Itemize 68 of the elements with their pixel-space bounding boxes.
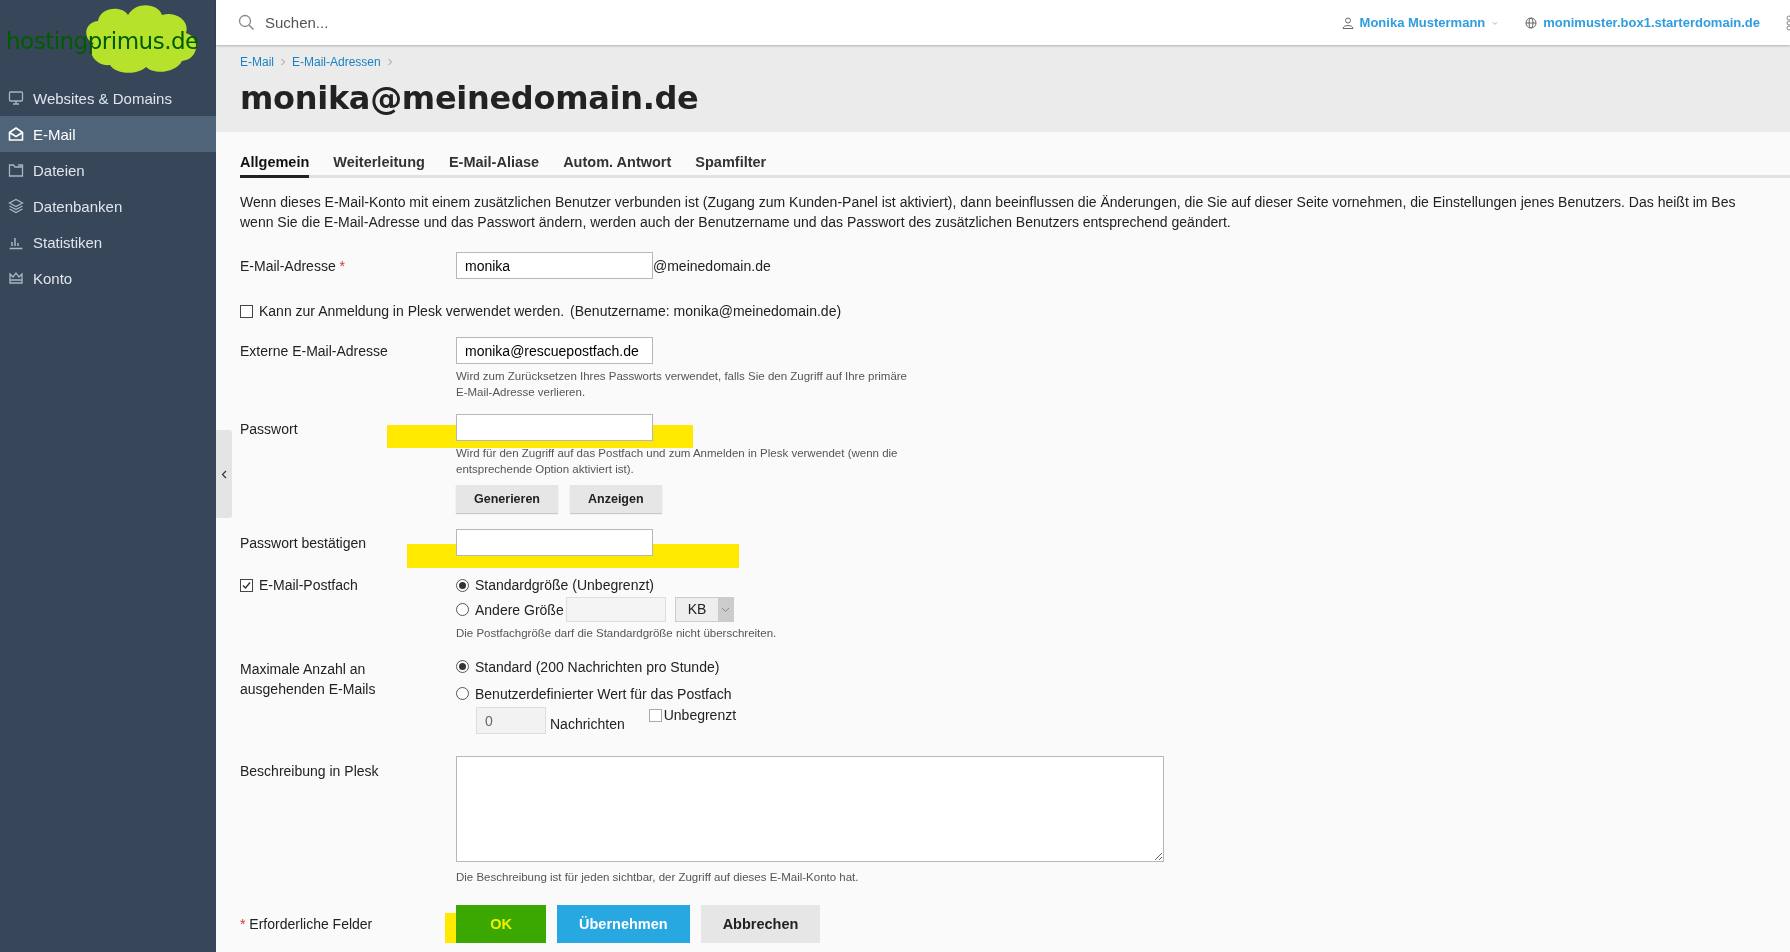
password-button[interactable]: Generieren: [456, 485, 558, 513]
tab[interactable]: Autom. Antwort: [563, 154, 672, 178]
username-note: (Benutzername: monika@meinedomain.de): [570, 303, 842, 319]
info-text: Wenn dieses E-Mail-Konto mit einem zusätzlichen Benutzer verbunden ist (Zugang zum Kunden-Panel ist aktiviert), dann beeinflussen die Änderungen, die Sie auf dieser Seite vornehmen, die Einstellungen jenes Benutzers. Das heißt im Bes wenn Sie die E-Mail-Adresse und das Passwort ändern, werden auch der Benutzername und das Passwort des zusätzlichen Benutzers entsprechend geändert.: [240, 193, 1737, 232]
envelope-icon: [8, 126, 24, 142]
radio-button[interactable]: [456, 687, 469, 700]
hint-text: Die Postfachgröße darf die Standardgröße nicht überschreiten.: [456, 626, 778, 641]
password-button[interactable]: Anzeigen: [570, 485, 662, 513]
globe-icon: [1525, 16, 1538, 29]
sidebar-item[interactable]: Websites & Domains: [0, 80, 216, 116]
size-field[interactable]: [565, 597, 666, 622]
sidebar-item[interactable]: Dateien: [0, 152, 216, 188]
caret-icon: [221, 469, 227, 479]
hint-text: Wird für den Zugriff auf das Postfach und zum Anmelden in Plesk verwendet (wenn die entsprechende Option aktiviert ist).: [456, 446, 899, 477]
password-field[interactable]: [456, 529, 653, 556]
sidebar-item[interactable]: Statistiken: [0, 224, 216, 260]
folder-icon: [8, 162, 24, 178]
search-icon: [238, 14, 255, 31]
more-icon[interactable]: [1786, 14, 1790, 31]
page-title: monika@meinedomain.de: [240, 79, 700, 117]
unit-label: Nachrichten: [550, 715, 625, 732]
radio-label: Andere Größe: [475, 601, 564, 618]
tab[interactable]: Weiterleitung: [333, 154, 425, 178]
field-label: Passwort bestätigen: [240, 534, 368, 553]
user-icon: [1341, 16, 1354, 29]
chevron-icon: [386, 58, 393, 66]
radio-button[interactable]: [456, 603, 469, 616]
radio-button[interactable]: [456, 578, 469, 592]
message-count-field[interactable]: 0: [476, 707, 546, 734]
crown-icon: [8, 270, 24, 286]
description-field[interactable]: [456, 756, 1164, 862]
domain-suffix: @meinedomain.de: [653, 257, 771, 274]
sidebar-item[interactable]: Konto: [0, 260, 216, 296]
search-field[interactable]: Suchen...: [263, 13, 567, 32]
chevron-icon: [718, 598, 734, 621]
tab[interactable]: Spamfilter: [695, 154, 767, 178]
sidebar-item[interactable]: Datenbanken: [0, 188, 216, 224]
checkbox-label: Unbegrenzt: [663, 707, 737, 723]
radio-label: Standardgröße (Unbegrenzt): [475, 577, 654, 593]
email-field[interactable]: monika@rescuepostfach.de: [456, 337, 653, 364]
unit-dropdown[interactable]: KB: [674, 597, 735, 622]
radio-label: Standard (200 Nachrichten pro Stunde): [475, 658, 720, 675]
checkbox[interactable]: [648, 708, 662, 722]
field-label: Externe E-Mail-Adresse: [240, 342, 389, 361]
layers-icon: [8, 198, 24, 214]
checkbox-label: E-Mail-Postfach: [259, 576, 358, 594]
field-label: Passwort: [240, 420, 299, 439]
hint-text: Die Beschreibung ist für jeden sichtbar, der Zugriff auf dieses E-Mail-Konto hat.: [456, 870, 860, 885]
hint-text: Wird zum Zurücksetzen Ihres Passworts verwendet, falls Sie den Zugriff auf Ihre primäre E-Mail-Adresse verlieren.: [456, 369, 908, 400]
sidebar-item[interactable]: E-Mail: [0, 116, 216, 152]
breadcrumb-link[interactable]: E-Mail: [240, 55, 274, 69]
password-field[interactable]: [456, 414, 653, 441]
field-label: Beschreibung in Plesk: [240, 762, 380, 781]
field-label: Maximale Anzahl an ausgehenden E-Mails: [240, 660, 377, 699]
tab[interactable]: Allgemein: [240, 154, 310, 178]
breadcrumb-link[interactable]: E-Mail-Adressen: [292, 55, 381, 69]
required-fields-note: * Erforderliche Felder: [240, 915, 374, 933]
cancel-button[interactable]: Abbrechen: [700, 905, 821, 943]
monitor-icon: [8, 90, 24, 106]
field-label: E-Mail-Adresse *: [240, 256, 347, 275]
radio-label: Benutzerdefinierter Wert für das Postfach: [475, 685, 732, 702]
email-field[interactable]: monika: [456, 252, 653, 279]
checkbox[interactable]: [240, 578, 253, 592]
checkbox-label: Kann zur Anmeldung in Plesk verwendet werden.: [259, 303, 565, 319]
checkbox[interactable]: [240, 304, 253, 318]
radio-button[interactable]: [456, 660, 469, 673]
chevron-icon: [280, 58, 286, 66]
tab[interactable]: E-Mail-Aliase: [448, 154, 540, 178]
